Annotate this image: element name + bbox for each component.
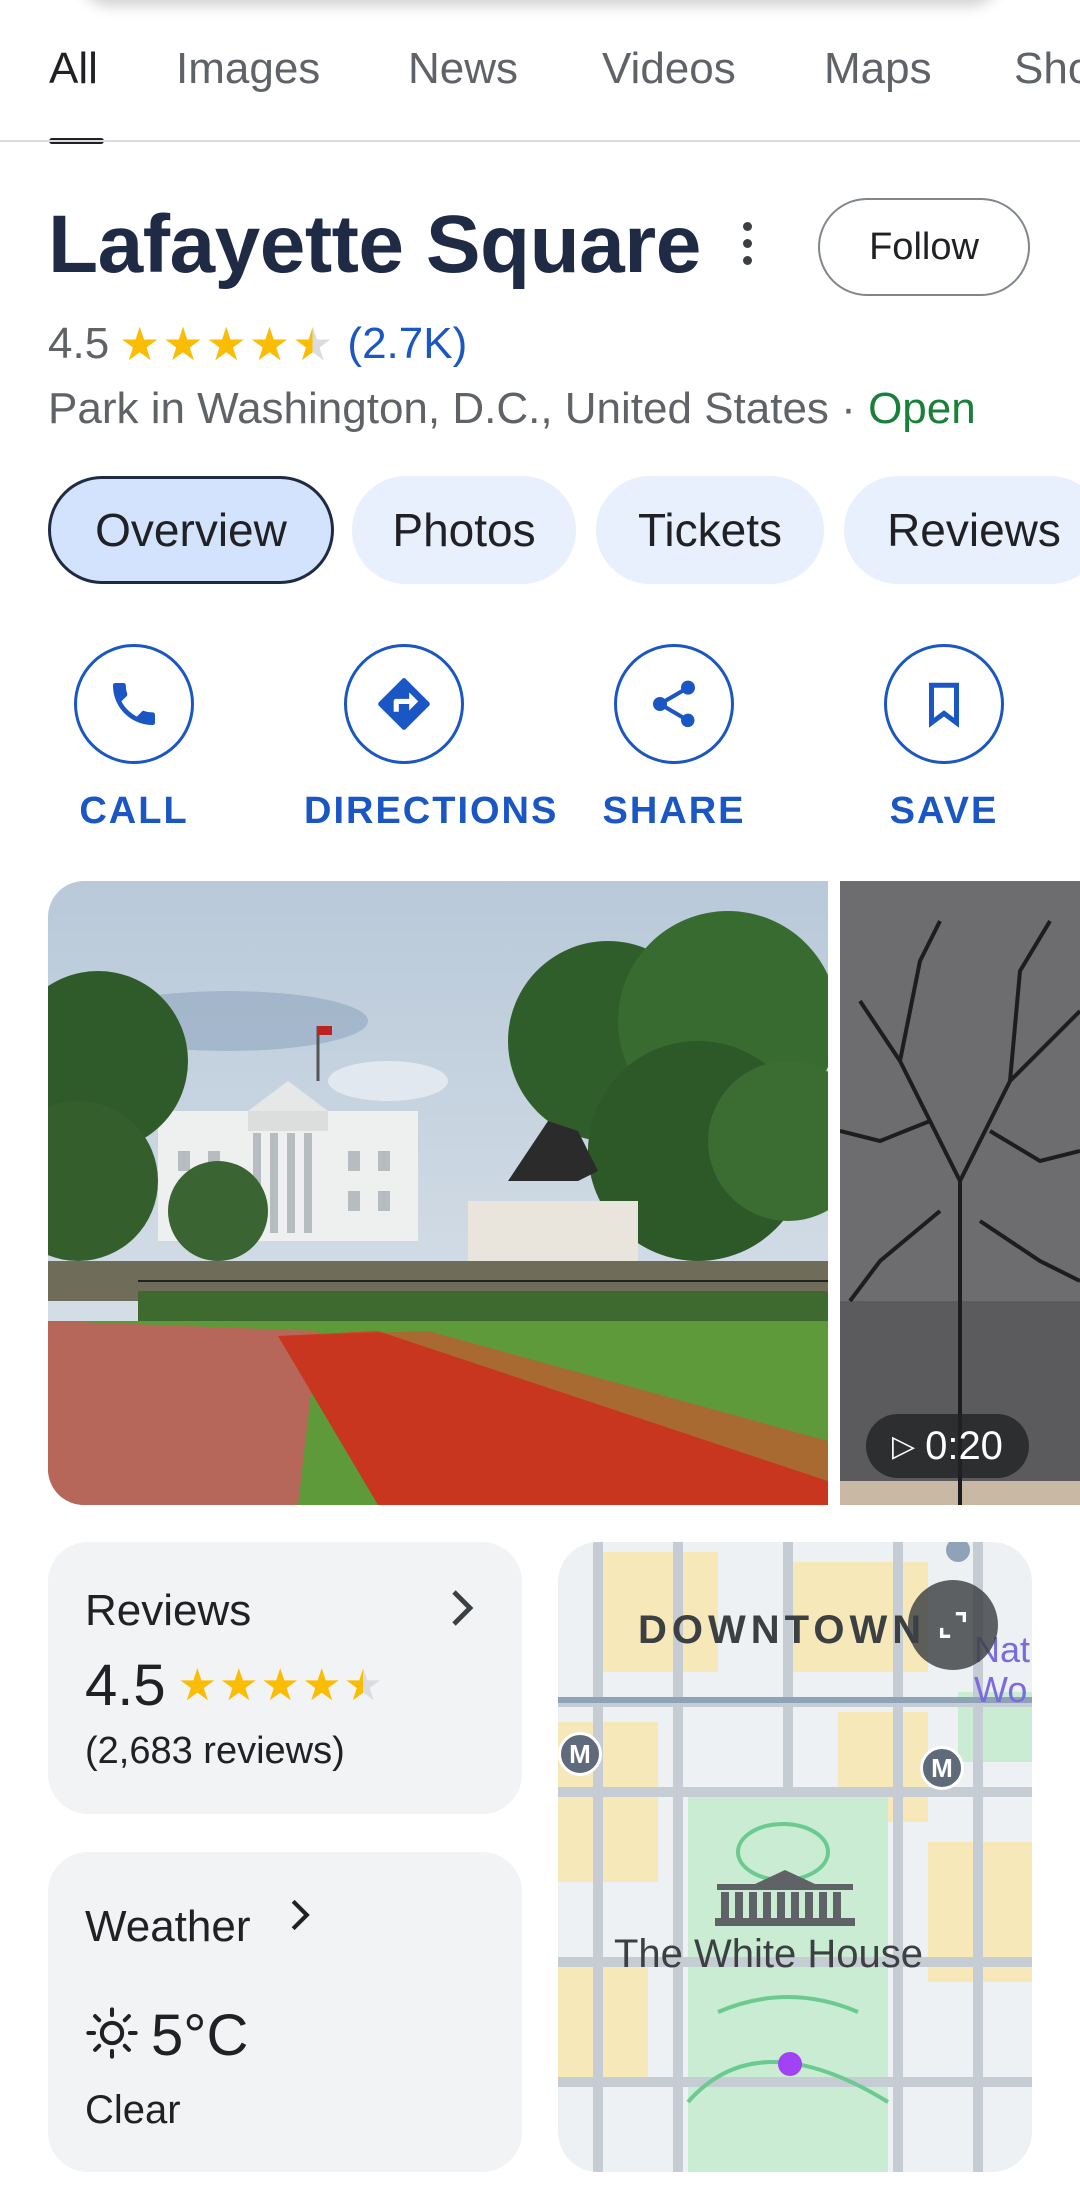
place-subtitle: Park in Washington, D.C., United States … bbox=[48, 384, 976, 434]
phone-icon[interactable] bbox=[74, 644, 194, 764]
reviews-card[interactable]: Reviews 4.5 ★ ★ ★ ★ ★ (2,683 reviews) bbox=[48, 1542, 522, 1814]
weather-current: 5°C bbox=[85, 2002, 248, 2069]
map-district-label: DOWNTOWN bbox=[638, 1608, 927, 1652]
chip-overview[interactable]: Overview bbox=[48, 476, 334, 584]
directions-icon[interactable] bbox=[344, 644, 464, 764]
star-icon: ★ bbox=[205, 318, 247, 370]
tab-all[interactable]: All bbox=[49, 44, 98, 94]
share-button[interactable]: SHARE bbox=[574, 644, 774, 833]
rating-value: 4.5 bbox=[48, 319, 110, 368]
rating-count-link[interactable]: (2.7K) bbox=[347, 319, 467, 369]
chip-photos[interactable]: Photos bbox=[352, 476, 576, 584]
tab-images[interactable]: Images bbox=[176, 44, 320, 94]
half-star-icon: ★ bbox=[343, 1660, 383, 1710]
save-label: SAVE bbox=[889, 790, 999, 832]
reviews-card-count: (2,683 reviews) bbox=[85, 1730, 345, 1772]
place-photo[interactable] bbox=[48, 881, 828, 1505]
map-partial-label-2: Wo bbox=[974, 1669, 1028, 1710]
star-rating: ★ ★ ★ ★ ★ bbox=[177, 1660, 385, 1710]
chevron-right-icon bbox=[448, 1588, 476, 1633]
landmark-building-icon bbox=[713, 1868, 857, 1933]
star-icon: ★ bbox=[162, 318, 204, 370]
star-icon: ★ bbox=[302, 1660, 342, 1710]
play-icon: ▷ bbox=[892, 1429, 916, 1463]
map-landmark-label: The White House bbox=[614, 1932, 924, 1976]
directions-label: DIRECTIONS bbox=[304, 790, 559, 832]
separator: · bbox=[841, 384, 856, 433]
weather-condition: Clear bbox=[85, 2088, 181, 2132]
star-icon: ★ bbox=[119, 318, 161, 370]
save-button[interactable]: SAVE bbox=[844, 644, 1044, 833]
weather-card-title: Weather bbox=[85, 1902, 251, 1951]
reviews-card-rating-row: 4.5 ★ ★ ★ ★ ★ bbox=[85, 1652, 385, 1719]
call-label: CALL bbox=[79, 790, 189, 832]
star-rating: ★ ★ ★ ★ ★ bbox=[119, 321, 335, 367]
map-preview[interactable]: DOWNTOWN Nat Wo M M The White House bbox=[558, 1542, 1032, 2172]
search-tabs: All Images News Videos Maps Sho bbox=[0, 30, 1080, 144]
share-icon[interactable] bbox=[614, 644, 734, 764]
follow-button[interactable]: Follow bbox=[818, 198, 1030, 296]
call-button[interactable]: CALL bbox=[34, 644, 234, 833]
reviews-card-title: Reviews bbox=[85, 1586, 252, 1635]
video-duration: 0:20 bbox=[925, 1423, 1003, 1468]
tabs-divider bbox=[0, 140, 1080, 142]
tab-maps[interactable]: Maps bbox=[824, 44, 932, 94]
star-icon: ★ bbox=[219, 1660, 259, 1710]
tab-news[interactable]: News bbox=[408, 44, 518, 94]
more-options-icon[interactable] bbox=[735, 222, 759, 272]
place-category-location: Park in Washington, D.C., United States bbox=[48, 384, 829, 433]
place-title: Lafayette Square bbox=[48, 199, 701, 290]
star-icon: ★ bbox=[177, 1660, 218, 1710]
weather-card[interactable]: Weather 5°C Clear bbox=[48, 1852, 522, 2172]
chevron-right-icon bbox=[288, 1896, 312, 1939]
open-status: Open bbox=[868, 384, 976, 433]
bookmark-icon[interactable] bbox=[884, 644, 1004, 764]
expand-map-icon[interactable] bbox=[908, 1580, 998, 1670]
share-label: SHARE bbox=[602, 790, 746, 832]
directions-button[interactable]: DIRECTIONS bbox=[304, 644, 559, 833]
weather-temperature: 5°C bbox=[151, 2003, 249, 2068]
tab-shopping[interactable]: Sho bbox=[1014, 44, 1080, 94]
sun-icon bbox=[85, 2006, 139, 2065]
video-thumbnail[interactable] bbox=[840, 881, 1080, 1505]
chip-tickets[interactable]: Tickets bbox=[596, 476, 824, 584]
rating-row: 4.5 ★ ★ ★ ★ ★ (2.7K) bbox=[48, 314, 467, 374]
star-icon: ★ bbox=[260, 1660, 300, 1710]
half-star-icon: ★ bbox=[292, 318, 334, 370]
video-duration-badge: ▷ 0:20 bbox=[866, 1414, 1029, 1478]
metro-station-icon[interactable]: M bbox=[920, 1746, 964, 1790]
metro-station-icon[interactable]: M bbox=[558, 1732, 602, 1776]
chip-reviews[interactable]: Reviews bbox=[844, 476, 1080, 584]
reviews-card-rating: 4.5 bbox=[85, 1653, 166, 1718]
tab-videos[interactable]: Videos bbox=[602, 44, 736, 94]
star-icon: ★ bbox=[248, 318, 291, 370]
